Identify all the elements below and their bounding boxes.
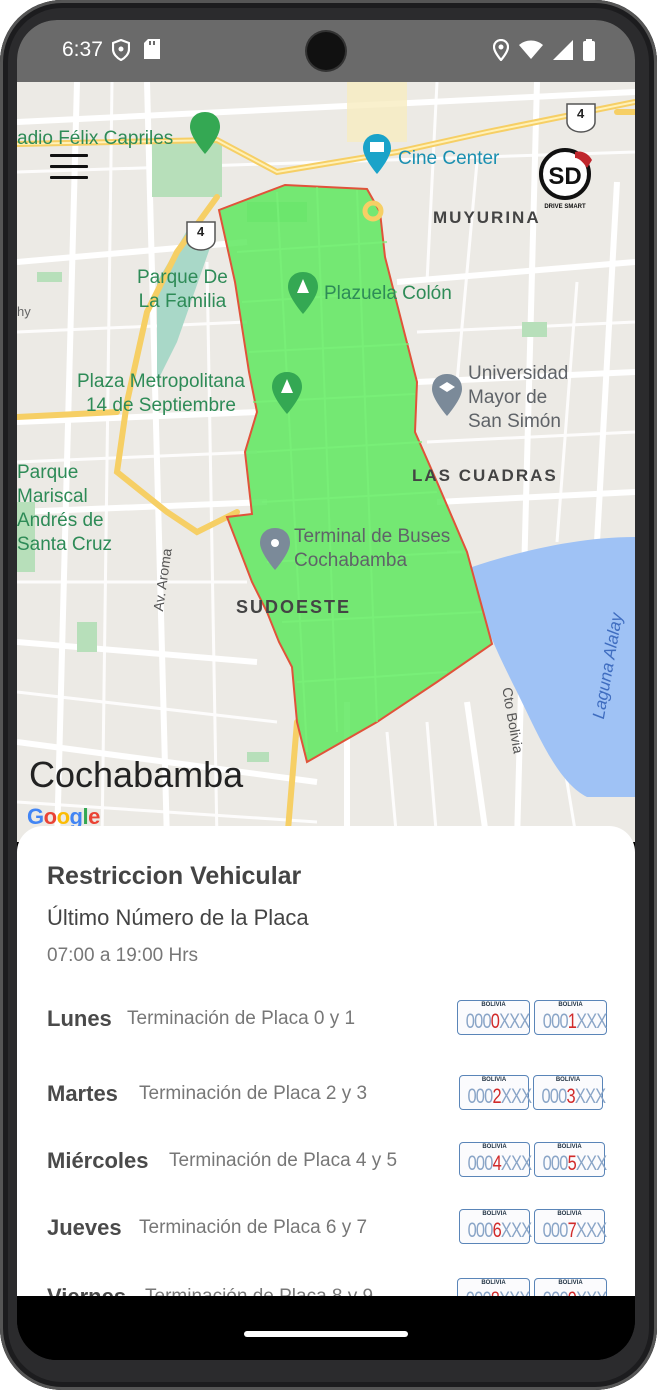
day-desc: Terminación de Placa 0 y 1 <box>127 1008 356 1029</box>
license-plate: BOLIVIA 0009XXX <box>534 1278 607 1296</box>
plates-group: BOLIVIA 0002XXX BOLIVIA 0003XXX <box>459 1075 606 1110</box>
day-desc: Terminación de Placa 8 y 9 <box>145 1286 373 1296</box>
sheet-hours: 07:00 a 19:00 Hrs <box>47 945 199 966</box>
navigation-bar <box>17 1296 635 1360</box>
restriction-sheet[interactable]: Restriccion Vehicular Último Número de l… <box>17 826 635 1296</box>
plates-group: BOLIVIA 0006XXX BOLIVIA 0007XXX <box>459 1209 607 1244</box>
battery-icon <box>583 39 595 61</box>
signal-icon <box>553 40 573 60</box>
license-plate: BOLIVIA 0008XXX <box>457 1278 530 1296</box>
day-row-martes[interactable]: Martes Terminación de Placa 2 y 3 BOLIVI… <box>47 1075 607 1115</box>
map-view[interactable]: 4 4 adio Félix Capriles Cine Center MUYU… <box>17 82 635 842</box>
license-plate: BOLIVIA 0006XXX <box>459 1209 532 1244</box>
license-plate: BOLIVIA 0005XXX <box>534 1142 607 1177</box>
license-plate: BOLIVIA 0007XXX <box>534 1209 607 1244</box>
home-gesture-pill[interactable] <box>244 1331 408 1337</box>
plates-group: BOLIVIA 0004XXX BOLIVIA 0005XXX <box>459 1142 607 1177</box>
map-label-universidad[interactable]: Universidad Mayor de San Simón <box>468 362 568 434</box>
shield-icon <box>112 39 130 61</box>
license-plate: BOLIVIA 0004XXX <box>459 1142 532 1177</box>
svg-text:DRIVE SMART: DRIVE SMART <box>544 204 586 210</box>
day-name: Jueves <box>47 1215 122 1240</box>
day-desc: Terminación de Placa 6 y 7 <box>139 1217 368 1238</box>
road-shield-4: 4 <box>197 224 205 239</box>
map-label-terminal-buses[interactable]: Terminal de Buses Cochabamba <box>294 525 450 573</box>
map-label-cine-center[interactable]: Cine Center <box>398 148 499 170</box>
menu-hamburger-icon[interactable] <box>50 154 88 182</box>
plates-group: BOLIVIA 0000XXX BOLIVIA 0001XXX <box>457 1000 607 1035</box>
plates-group: BOLIVIA 0008XXX BOLIVIA 0009XXX <box>457 1278 607 1296</box>
screen: 6:37 4 4 adio Félix Capriles Cine Center… <box>17 20 635 1360</box>
map-label-edge: hy <box>17 304 31 319</box>
sheet-subtitle: Último Número de la Placa <box>47 905 309 930</box>
day-row-lunes[interactable]: Lunes Terminación de Placa 0 y 1 BOLIVIA… <box>47 1000 607 1040</box>
map-label-parque-mariscal[interactable]: Parque Mariscal Andrés de Santa Cruz <box>17 461 112 557</box>
svg-text:SD: SD <box>548 163 581 190</box>
license-plate: BOLIVIA 0002XXX <box>459 1075 532 1110</box>
day-name: Miércoles <box>47 1148 149 1173</box>
license-plate: BOLIVIA 0003XXX <box>533 1075 606 1110</box>
day-name: Martes <box>47 1081 118 1106</box>
day-desc: Terminación de Placa 4 y 5 <box>169 1150 398 1171</box>
day-row-miercoles[interactable]: Miércoles Terminación de Placa 4 y 5 BOL… <box>47 1142 607 1182</box>
map-label-radio[interactable]: adio Félix Capriles <box>17 127 173 151</box>
map-label-sudoeste: SUDOESTE <box>236 597 352 617</box>
day-name: Viernes <box>47 1284 126 1296</box>
day-row-viernes[interactable]: Viernes Terminación de Placa 8 y 9 BOLIV… <box>47 1278 607 1296</box>
map-label-plaza-metropolitana[interactable]: Plaza Metropolitana 14 de Septiembre <box>77 370 245 418</box>
map-label-muyurina: MUYURINA <box>433 208 541 227</box>
status-bar: 6:37 <box>17 20 635 82</box>
sd-card-icon <box>144 39 160 59</box>
day-desc: Terminación de Placa 2 y 3 <box>139 1083 368 1104</box>
map-label-plazuela-colon[interactable]: Plazuela Colón <box>324 282 452 306</box>
license-plate: BOLIVIA 0001XXX <box>534 1000 607 1035</box>
drive-smart-logo: SD DRIVE SMART <box>537 146 597 216</box>
road-shield-4b: 4 <box>577 106 585 121</box>
day-name: Lunes <box>47 1006 112 1031</box>
map-city-label: Cochabamba <box>29 754 244 795</box>
wifi-icon <box>519 40 543 59</box>
license-plate: BOLIVIA 0000XXX <box>457 1000 530 1035</box>
map-label-las-cuadras: LAS CUADRAS <box>412 466 558 485</box>
status-time: 6:37 <box>62 38 103 61</box>
location-icon <box>493 39 509 61</box>
sheet-title: Restriccion Vehicular <box>47 862 302 890</box>
front-camera <box>307 32 345 70</box>
day-row-jueves[interactable]: Jueves Terminación de Placa 6 y 7 BOLIVI… <box>47 1209 607 1249</box>
map-label-parque-familia[interactable]: Parque De La Familia <box>137 266 228 314</box>
